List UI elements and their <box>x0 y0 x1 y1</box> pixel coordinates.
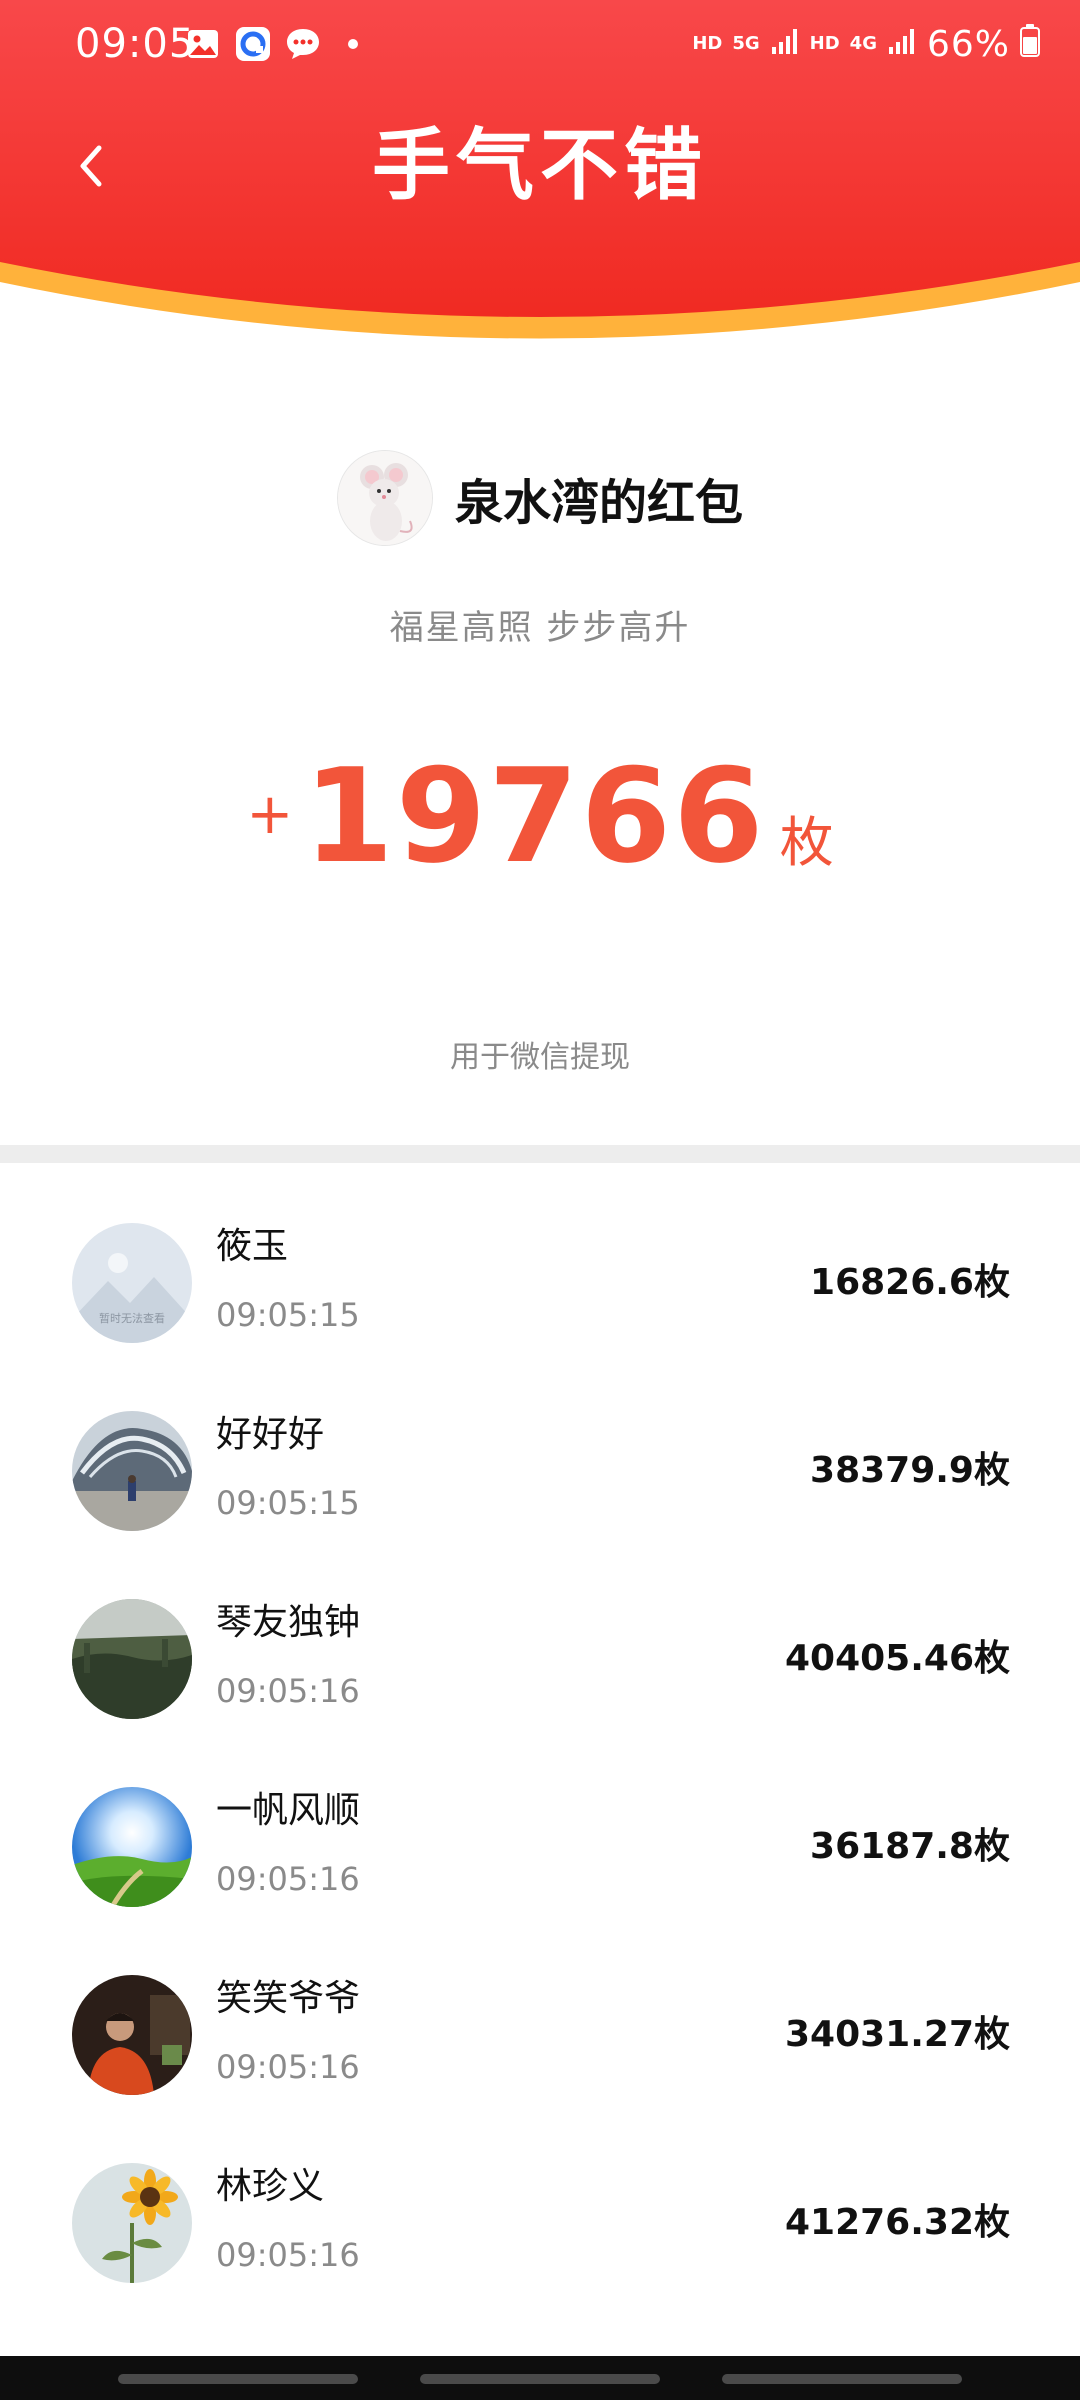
list-item[interactable]: 一帆风顺 09:05:16 36187.8枚 <box>0 1787 1080 1975</box>
header: 09:05 HD 5G HD 4G 66% 手气不错 <box>0 0 1080 380</box>
red-packet-detail-page: 09:05 HD 5G HD 4G 66% 手气不错 泉水湾的红包 福星高照 步… <box>0 0 1080 2400</box>
list-item[interactable]: 暂时无法查看 筱玉 09:05:15 16826.6枚 <box>0 1223 1080 1411</box>
sender-avatar[interactable] <box>336 450 433 546</box>
5g-label: 5G <box>732 33 760 54</box>
signal-icon <box>770 24 800 64</box>
page-title: 手气不错 <box>371 121 708 211</box>
sunny-landscape-icon <box>72 1787 192 1907</box>
avatar[interactable]: 暂时无法查看 <box>72 1223 192 1343</box>
notification-icons <box>185 24 371 64</box>
nav-home-handle[interactable] <box>420 2374 660 2384</box>
avatar[interactable] <box>72 1975 192 2095</box>
status-time: 09:05 <box>75 21 196 67</box>
system-status-icons: HD 5G HD 4G 66% <box>692 22 1040 66</box>
recipient-amount: 38379.9枚 <box>810 1450 1010 1491</box>
recipient-name: 筱玉 <box>216 1226 289 1267</box>
list-item[interactable]: 笑笑爷爷 09:05:16 34031.27枚 <box>0 1975 1080 2163</box>
app-notification-icon <box>235 26 271 62</box>
recipient-time: 09:05:16 <box>216 2048 360 2086</box>
avatar[interactable] <box>72 1411 192 1531</box>
status-bar: 09:05 HD 5G HD 4G 66% <box>0 0 1080 90</box>
recipient-name: 林珍义 <box>216 2166 325 2207</box>
recipient-amount: 40405.46枚 <box>784 1638 1010 1679</box>
recipient-name: 好好好 <box>216 1414 325 1455</box>
hd-label: HD <box>692 33 723 54</box>
4g-label: 4G <box>849 33 877 54</box>
recipient-amount: 16826.6枚 <box>810 1262 1010 1303</box>
recipients-list: 暂时无法查看 筱玉 09:05:15 16826.6枚 好好好 09:05:15… <box>0 1163 1080 2351</box>
received-amount: + 19766 枚 <box>0 740 1080 900</box>
message-icon <box>285 26 321 62</box>
recipient-name: 一帆风顺 <box>216 1790 361 1831</box>
amount-plus: + <box>246 782 294 847</box>
recipient-time: 09:05:15 <box>216 1484 360 1522</box>
avatar[interactable] <box>72 1599 192 1719</box>
recipient-time: 09:05:16 <box>216 1672 360 1710</box>
blessing-text: 福星高照 步步高升 <box>389 608 691 648</box>
dot-icon <box>335 26 371 62</box>
person-photo-icon <box>72 1975 192 2095</box>
sender-row: 泉水湾的红包 <box>0 448 1080 548</box>
recipient-amount: 34031.27枚 <box>784 2014 1010 2055</box>
list-item[interactable]: 好好好 09:05:15 38379.9枚 <box>0 1411 1080 1599</box>
gallery-icon <box>185 26 221 62</box>
placeholder-image-icon: 暂时无法查看 <box>72 1223 192 1343</box>
battery-percent: 66% <box>926 23 1010 65</box>
sender-name: 泉水湾的红包 <box>454 475 743 531</box>
recipient-amount: 36187.8枚 <box>810 1826 1010 1867</box>
building-photo-icon <box>72 1411 192 1531</box>
signal-icon-2 <box>887 24 917 64</box>
hd-label-2: HD <box>809 33 840 54</box>
navigation-bar <box>0 2356 1080 2400</box>
amount-value: 19766 <box>303 740 766 892</box>
avatar[interactable] <box>72 1787 192 1907</box>
recipient-amount: 41276.32枚 <box>784 2202 1010 2243</box>
withdraw-note[interactable]: 用于微信提现 <box>0 1032 1080 1076</box>
recipient-name: 琴友独钟 <box>216 1602 361 1643</box>
list-item[interactable]: 琴友独钟 09:05:16 40405.46枚 <box>0 1599 1080 1787</box>
avatar-note: 暂时无法查看 <box>99 1311 165 1325</box>
nav-back-handle[interactable] <box>722 2374 962 2384</box>
list-item[interactable]: 林珍义 09:05:16 41276.32枚 <box>0 2163 1080 2351</box>
section-divider <box>0 1145 1080 1163</box>
battery-icon <box>1020 23 1040 66</box>
recipient-time: 09:05:16 <box>216 1860 360 1898</box>
sunflower-icon <box>72 2163 192 2283</box>
recipient-time: 09:05:15 <box>216 1296 360 1334</box>
nav-recent-apps-handle[interactable] <box>118 2374 358 2384</box>
avatar[interactable] <box>72 2163 192 2283</box>
recipient-name: 笑笑爷爷 <box>216 1978 361 2019</box>
mouse-icon <box>337 451 432 545</box>
garden-photo-icon <box>72 1599 192 1719</box>
recipient-time: 09:05:16 <box>216 2236 360 2274</box>
amount-unit: 枚 <box>779 811 834 874</box>
